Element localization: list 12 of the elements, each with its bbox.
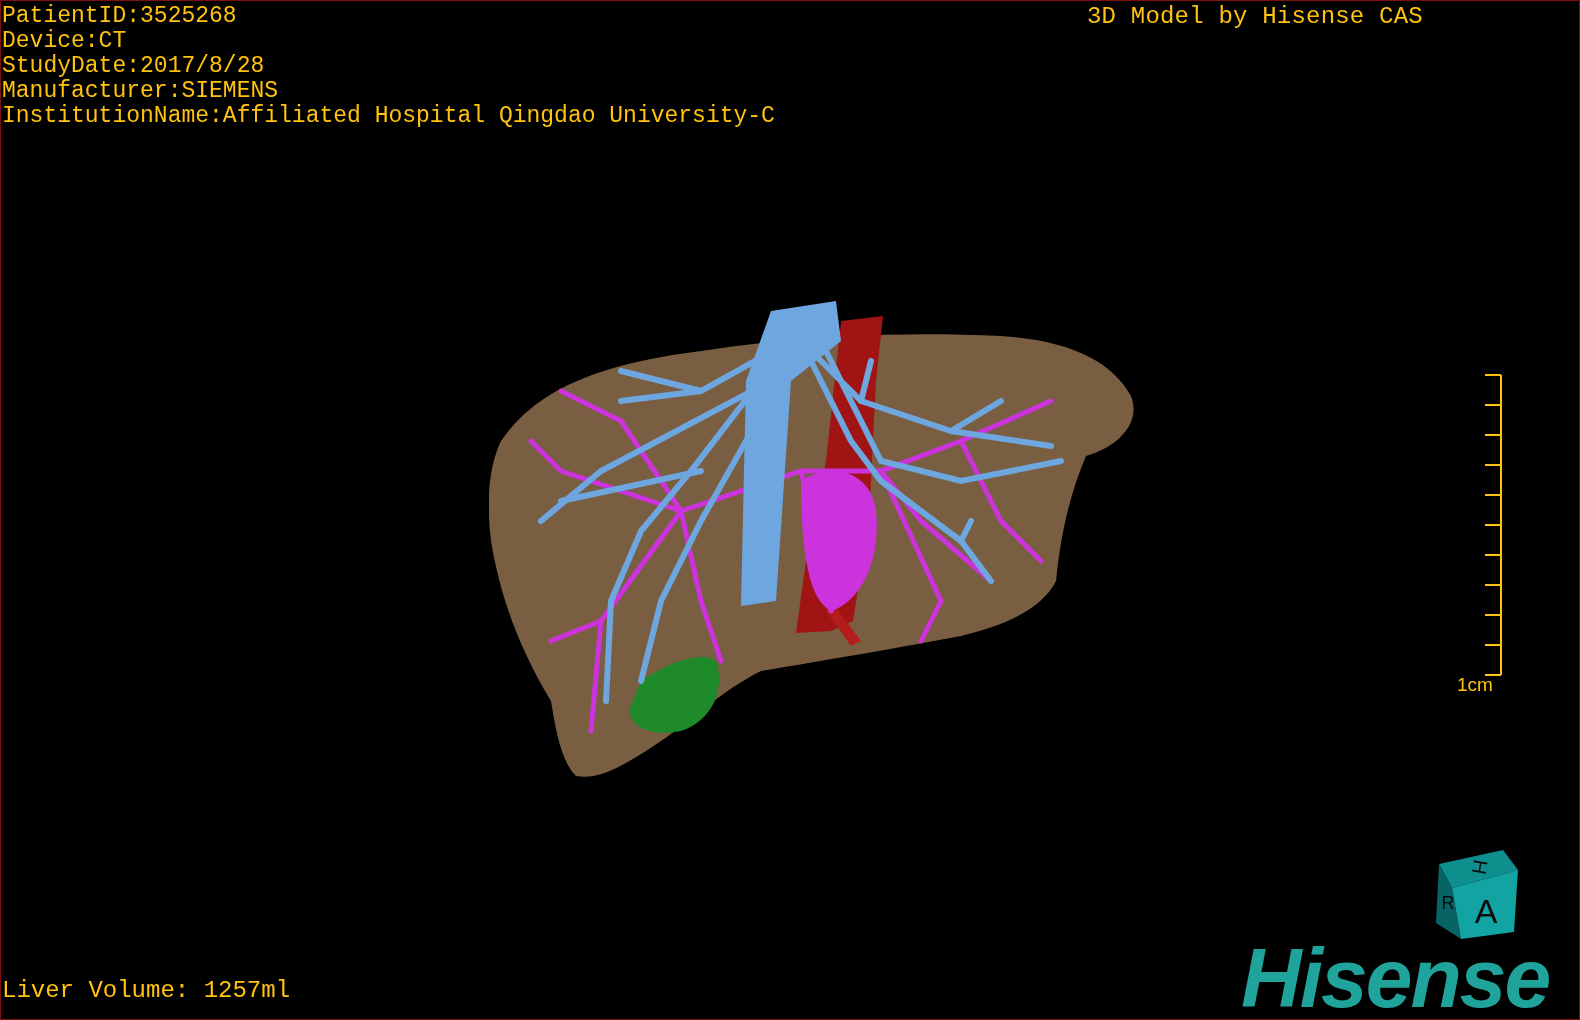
- scale-label: 1cm: [1457, 675, 1493, 695]
- patient-info-line: StudyDate:2017/8/28: [2, 54, 266, 79]
- liver-volume: Liver Volume: 1257ml: [2, 978, 291, 1003]
- patient-info-line: PatientID:3525268: [2, 4, 238, 29]
- cube-top-letter: H: [1467, 857, 1493, 877]
- patient-info-line: InstitutionName:Affiliated Hospital Qingdao University-C: [2, 104, 775, 129]
- patient-info-line: Manufacturer:SIEMENS: [2, 79, 280, 104]
- logo: Hisense: [1241, 936, 1550, 1019]
- cube-front-letter: A: [1474, 892, 1498, 930]
- cube-side-letter: R: [1441, 893, 1455, 913]
- patient-info-line: Device:CT: [2, 29, 128, 54]
- model-credit: 3D Model by Hisense CAS: [1087, 4, 1423, 29]
